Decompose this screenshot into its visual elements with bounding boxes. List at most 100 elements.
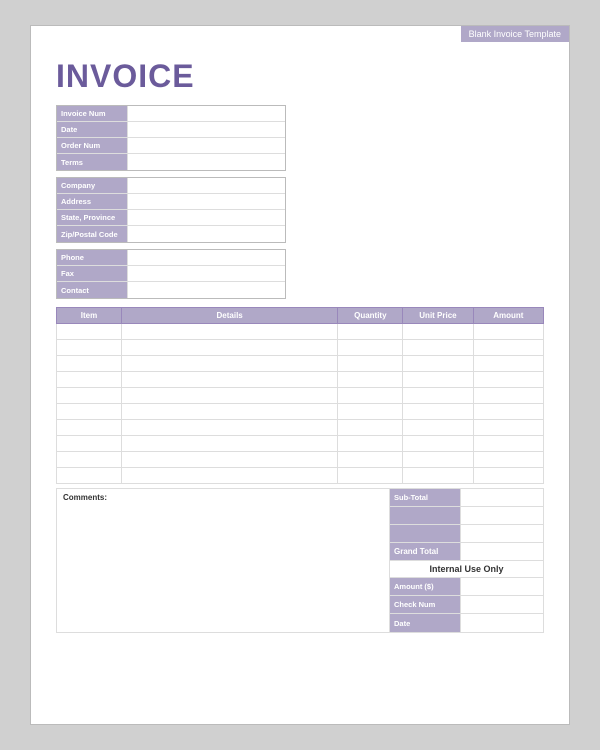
table-cell-col-qty[interactable] xyxy=(338,388,403,404)
table-cell-col-price[interactable] xyxy=(403,372,473,388)
date-label: Date xyxy=(57,122,127,137)
col-details-header: Details xyxy=(121,308,337,324)
table-cell-col-item[interactable] xyxy=(57,340,122,356)
table-cell-col-amount[interactable] xyxy=(473,404,543,420)
amount-label: Amount ($) xyxy=(390,578,460,595)
table-cell-col-price[interactable] xyxy=(403,452,473,468)
date-row: Date xyxy=(57,122,285,138)
fax-row: Fax xyxy=(57,266,285,282)
table-cell-col-qty[interactable] xyxy=(338,420,403,436)
col-amount-header: Amount xyxy=(473,308,543,324)
zip-label: Zip/Postal Code xyxy=(57,226,127,242)
address-label: Address xyxy=(57,194,127,209)
table-cell-col-price[interactable] xyxy=(403,420,473,436)
table-cell-col-qty[interactable] xyxy=(338,452,403,468)
table-cell-col-price[interactable] xyxy=(403,388,473,404)
table-cell-col-details[interactable] xyxy=(121,340,337,356)
fax-value[interactable] xyxy=(127,266,285,281)
blank-value-2[interactable] xyxy=(460,525,543,542)
invoice-info-block: Invoice Num Date Order Num Terms xyxy=(56,105,286,171)
totals-block: Sub-Total Grand Total Internal Use Only … xyxy=(389,488,544,633)
table-cell-col-details[interactable] xyxy=(121,372,337,388)
invoice-num-row: Invoice Num xyxy=(57,106,285,122)
table-cell-col-item[interactable] xyxy=(57,372,122,388)
table-cell-col-amount[interactable] xyxy=(473,356,543,372)
table-cell-col-amount[interactable] xyxy=(473,468,543,484)
table-cell-col-details[interactable] xyxy=(121,356,337,372)
table-cell-col-qty[interactable] xyxy=(338,404,403,420)
table-cell-col-amount[interactable] xyxy=(473,340,543,356)
subtotal-value[interactable] xyxy=(460,489,543,506)
table-cell-col-details[interactable] xyxy=(121,324,337,340)
table-cell-col-amount[interactable] xyxy=(473,324,543,340)
table-cell-col-details[interactable] xyxy=(121,436,337,452)
table-row xyxy=(57,340,544,356)
subtotal-row: Sub-Total xyxy=(390,489,543,507)
table-cell-col-amount[interactable] xyxy=(473,388,543,404)
blank-row-2 xyxy=(390,525,543,543)
table-cell-col-amount[interactable] xyxy=(473,436,543,452)
payment-date-row: Date xyxy=(390,614,543,632)
blank-value-1[interactable] xyxy=(460,507,543,524)
grand-total-label: Grand Total xyxy=(390,543,460,560)
zip-value[interactable] xyxy=(127,226,285,242)
invoice-num-value[interactable] xyxy=(127,106,285,121)
table-cell-col-item[interactable] xyxy=(57,324,122,340)
table-cell-col-qty[interactable] xyxy=(338,372,403,388)
table-cell-col-item[interactable] xyxy=(57,420,122,436)
table-row xyxy=(57,420,544,436)
contact-value[interactable] xyxy=(127,282,285,298)
table-cell-col-details[interactable] xyxy=(121,404,337,420)
address-row: Address xyxy=(57,194,285,210)
items-table: Item Details Quantity Unit Price Amount xyxy=(56,307,544,484)
date-value[interactable] xyxy=(127,122,285,137)
table-cell-col-amount[interactable] xyxy=(473,372,543,388)
state-row: State, Province xyxy=(57,210,285,226)
table-cell-col-price[interactable] xyxy=(403,356,473,372)
table-cell-col-price[interactable] xyxy=(403,436,473,452)
table-cell-col-qty[interactable] xyxy=(338,356,403,372)
order-num-label: Order Num xyxy=(57,138,127,153)
table-cell-col-details[interactable] xyxy=(121,452,337,468)
order-num-value[interactable] xyxy=(127,138,285,153)
table-cell-col-qty[interactable] xyxy=(338,340,403,356)
table-cell-col-item[interactable] xyxy=(57,404,122,420)
table-row xyxy=(57,404,544,420)
table-cell-col-qty[interactable] xyxy=(338,436,403,452)
table-cell-col-details[interactable] xyxy=(121,420,337,436)
invoice-num-label: Invoice Num xyxy=(57,106,127,121)
table-cell-col-item[interactable] xyxy=(57,452,122,468)
col-item-header: Item xyxy=(57,308,122,324)
company-label: Company xyxy=(57,178,127,193)
phone-value[interactable] xyxy=(127,250,285,265)
table-row xyxy=(57,372,544,388)
grand-total-value[interactable] xyxy=(460,543,543,560)
comments-label: Comments: xyxy=(63,493,383,502)
fax-label: Fax xyxy=(57,266,127,281)
address-value[interactable] xyxy=(127,194,285,209)
table-cell-col-item[interactable] xyxy=(57,436,122,452)
table-cell-col-qty[interactable] xyxy=(338,468,403,484)
terms-value[interactable] xyxy=(127,154,285,170)
table-cell-col-qty[interactable] xyxy=(338,324,403,340)
table-cell-col-price[interactable] xyxy=(403,404,473,420)
table-cell-col-item[interactable] xyxy=(57,356,122,372)
state-value[interactable] xyxy=(127,210,285,225)
table-cell-col-item[interactable] xyxy=(57,468,122,484)
table-cell-col-price[interactable] xyxy=(403,468,473,484)
table-cell-col-item[interactable] xyxy=(57,388,122,404)
table-cell-col-details[interactable] xyxy=(121,388,337,404)
table-cell-col-amount[interactable] xyxy=(473,452,543,468)
table-row xyxy=(57,388,544,404)
table-cell-col-price[interactable] xyxy=(403,324,473,340)
table-cell-col-price[interactable] xyxy=(403,340,473,356)
payment-date-value[interactable] xyxy=(460,614,543,632)
contact-label: Contact xyxy=(57,282,127,298)
table-cell-col-amount[interactable] xyxy=(473,420,543,436)
table-cell-col-details[interactable] xyxy=(121,468,337,484)
zip-row: Zip/Postal Code xyxy=(57,226,285,242)
amount-value[interactable] xyxy=(460,578,543,595)
blank-row-1 xyxy=(390,507,543,525)
check-num-value[interactable] xyxy=(460,596,543,613)
company-value[interactable] xyxy=(127,178,285,193)
